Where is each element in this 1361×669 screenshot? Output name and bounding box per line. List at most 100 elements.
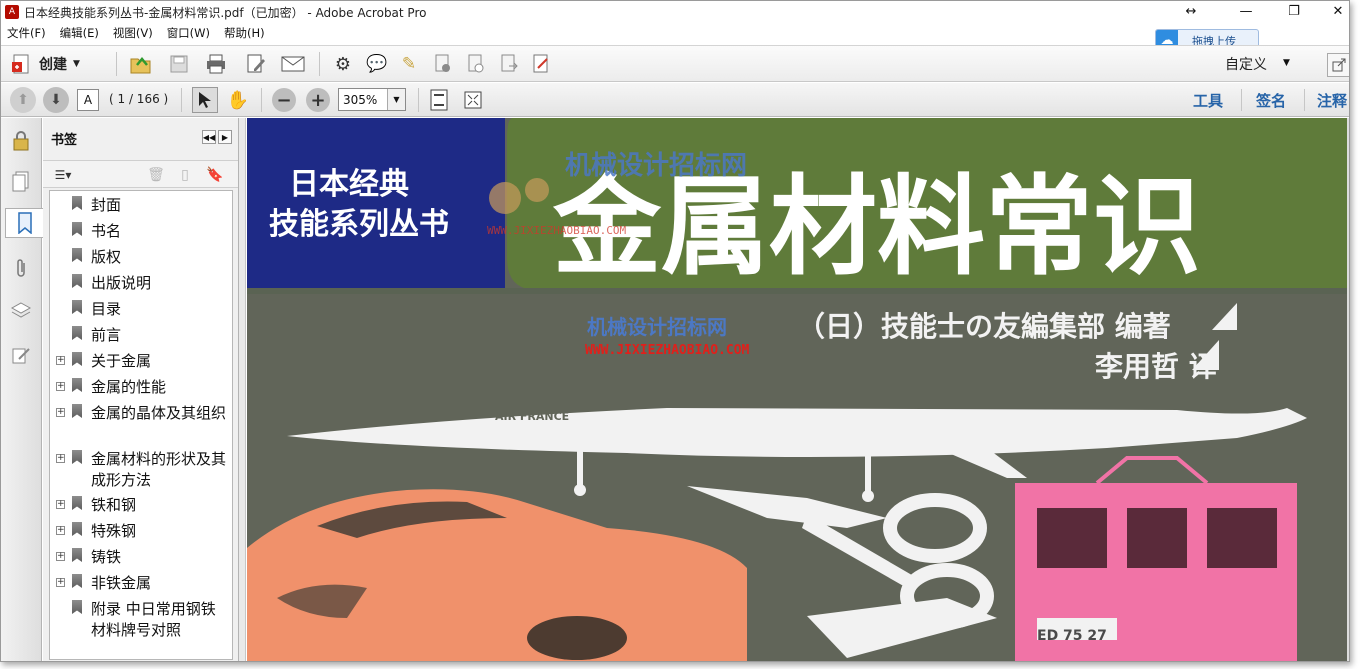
bookmarks-title: 书签 — [51, 132, 78, 148]
menu-window[interactable]: 窗口(W) — [167, 25, 210, 41]
bookmark-item[interactable]: + 非铁金属 — [50, 573, 230, 595]
watermark-top-url: WWW.JIXIEZHAOBIAO.COM — [487, 224, 626, 237]
hand-tool-icon[interactable]: ✋ — [225, 87, 251, 113]
toolbar-divider — [181, 88, 182, 112]
expand-toggle-icon[interactable]: + — [56, 500, 65, 509]
zoom-out-icon[interactable]: − — [272, 88, 296, 112]
toolbar-divider — [319, 52, 320, 76]
restore-button[interactable]: ❐ — [1271, 1, 1317, 23]
bookmark-item[interactable]: 附录 中日常用钢铁材料牌号对照 — [50, 599, 230, 643]
bookmark-icon — [72, 274, 82, 288]
navigation-pane-strip — [1, 118, 43, 661]
next-page-icon[interactable]: ⬇ — [43, 87, 69, 113]
page-number-input[interactable]: A — [77, 89, 99, 111]
zoom-select[interactable]: 305% ▼ — [338, 88, 406, 111]
bookmark-item[interactable]: + 铁和钢 — [50, 495, 230, 517]
panel-splitter[interactable] — [239, 118, 246, 661]
customize-label[interactable]: 自定义 — [1225, 54, 1267, 74]
bookmark-label: 特殊钢 — [91, 522, 137, 540]
document-view: 日本经典 技能系列丛书 金属材料常识 机械设计招标网 WWW.JIXIEZHAO… — [247, 118, 1347, 661]
insert-page-icon[interactable] — [464, 52, 488, 76]
acrobat-window: A 日本经典技能系列丛书-金属材料常识.pdf（已加密） - Adobe Acr… — [0, 0, 1350, 662]
create-button[interactable]: 创建 ▼ — [11, 52, 80, 76]
watermark-mid-text: 机械设计招标网 — [587, 315, 727, 339]
expand-toggle-icon[interactable]: + — [56, 454, 65, 463]
menu-file[interactable]: 文件(F) — [7, 25, 46, 41]
bookmark-label: 前言 — [91, 326, 122, 344]
menu-bar: 文件(F) 编辑(E) 视图(V) 窗口(W) 帮助(H) — [1, 23, 1349, 43]
open-folder-icon[interactable] — [128, 52, 154, 76]
bookmark-panel-icon[interactable] — [5, 208, 43, 238]
email-icon[interactable] — [280, 52, 306, 76]
bookmarks-tree: 封面 书名 版权 出版说明 目录 前言 + 关于金属 + 金属的性能 + 金属的晶体及其组织 + 金属材料… — [49, 190, 233, 660]
bookmark-item[interactable]: 版权 — [50, 247, 230, 269]
sign-link[interactable]: 签名 — [1256, 90, 1286, 111]
bookmark-label: 金属材料的形状及其成形方法 — [91, 450, 227, 489]
expand-toggle-icon[interactable]: + — [56, 526, 65, 535]
sign-document-icon[interactable] — [530, 52, 554, 76]
bookmark-icon — [72, 450, 82, 464]
bookmark-item[interactable]: + 铸铁 — [50, 547, 230, 569]
bookmark-item[interactable]: + 特殊钢 — [50, 521, 230, 543]
menu-view[interactable]: 视图(V) — [113, 25, 153, 41]
layers-icon[interactable] — [6, 296, 36, 326]
bookmark-label: 铸铁 — [91, 548, 122, 566]
share-icon[interactable] — [1327, 53, 1349, 77]
bookmark-item[interactable]: 目录 — [50, 299, 230, 321]
select-cursor-icon[interactable] — [192, 87, 218, 113]
options-menu-icon[interactable]: ☰▾ — [49, 165, 77, 185]
bookmark-item[interactable]: 封面 — [50, 195, 230, 217]
expand-toggle-icon[interactable]: + — [56, 408, 65, 417]
vertical-scrollbar[interactable] — [1347, 118, 1349, 661]
fit-page-icon[interactable] — [427, 87, 451, 113]
bookmarks-toolbar: ☰▾ 🗑 ▯ 🔖 — [43, 160, 238, 188]
signatures-icon[interactable] — [6, 340, 36, 370]
expand-bookmark-icon[interactable]: 🔖 — [205, 165, 225, 185]
bookmark-item[interactable]: + 关于金属 — [50, 351, 230, 373]
expand-toggle-icon[interactable]: + — [56, 578, 65, 587]
new-bookmark-icon[interactable]: ▯ — [175, 165, 195, 185]
attachment-icon[interactable] — [6, 254, 36, 284]
previous-page-icon[interactable]: ⬆ — [10, 87, 36, 113]
bookmark-label: 附录 中日常用钢铁材料牌号对照 — [91, 600, 216, 639]
full-screen-icon[interactable] — [461, 87, 485, 113]
expand-toggle-icon[interactable]: + — [56, 356, 65, 365]
chevron-down-icon[interactable]: ▼ — [387, 89, 405, 110]
tools-link[interactable]: 工具 — [1193, 90, 1223, 111]
export-page-icon[interactable] — [497, 52, 521, 76]
zoom-in-icon[interactable]: + — [306, 88, 330, 112]
bookmark-item[interactable]: 前言 — [50, 325, 230, 347]
chevron-down-icon: ▼ — [73, 59, 80, 69]
page-thumbnails-icon[interactable] — [6, 167, 36, 197]
close-button[interactable]: ✕ — [1315, 1, 1349, 23]
page-count: ( 1 / 166 ) — [109, 92, 169, 106]
collapse-panel-icon[interactable]: ◀◀ — [202, 130, 216, 144]
expand-toggle-icon[interactable]: + — [56, 382, 65, 391]
delete-page-icon[interactable] — [431, 52, 455, 76]
bookmark-label: 版权 — [91, 248, 122, 266]
menu-help[interactable]: 帮助(H) — [224, 25, 265, 41]
comment-icon[interactable]: 💬 — [365, 52, 389, 76]
expand-panel-icon[interactable]: ▶ — [218, 130, 232, 144]
comment-link[interactable]: 注释 — [1317, 90, 1347, 111]
bookmark-item[interactable]: + 金属的晶体及其组织 — [50, 403, 230, 447]
expand-toggle-icon[interactable]: + — [56, 552, 65, 561]
author-line: （日）技能士の友編集部 编著 — [797, 310, 1171, 343]
print-icon[interactable] — [203, 52, 229, 76]
minimize-button[interactable]: — — [1223, 1, 1269, 23]
plane-livery-text: AIR FRANCE — [495, 410, 569, 423]
save-icon[interactable] — [166, 52, 192, 76]
resize-icon[interactable]: ↔ — [1171, 1, 1211, 23]
gear-icon[interactable]: ⚙ — [331, 52, 355, 76]
bookmark-item[interactable]: + 金属的性能 — [50, 377, 230, 399]
bookmark-item[interactable]: + 金属材料的形状及其成形方法 — [50, 449, 230, 493]
highlight-icon[interactable]: ✎ — [397, 52, 421, 76]
menu-edit[interactable]: 编辑(E) — [60, 25, 99, 41]
trash-icon[interactable]: 🗑 — [146, 165, 166, 185]
zoom-value: 305% — [343, 92, 378, 107]
edit-document-icon[interactable] — [243, 52, 269, 76]
bookmark-item[interactable]: 书名 — [50, 221, 230, 243]
chevron-down-icon[interactable]: ▼ — [1283, 58, 1290, 68]
lock-icon[interactable] — [6, 126, 36, 156]
bookmark-item[interactable]: 出版说明 — [50, 273, 230, 295]
